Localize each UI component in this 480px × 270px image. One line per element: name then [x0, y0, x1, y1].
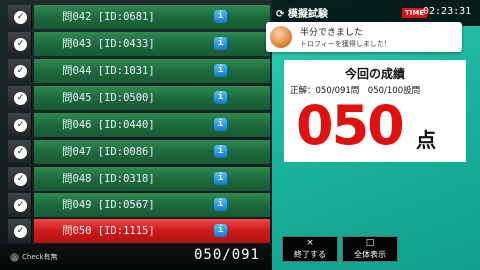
- question-item[interactable]: 問042 [ID:0681] i: [34, 5, 270, 29]
- question-row[interactable]: ✓ 問048 [ID:0318] i: [8, 167, 270, 191]
- info-icon[interactable]: i: [214, 10, 227, 23]
- question-item[interactable]: 問046 [ID:0440] i: [34, 113, 270, 137]
- end-button[interactable]: × 終了する: [282, 236, 338, 262]
- check-toggle[interactable]: ✓: [8, 59, 32, 83]
- trophy-title: 半分できました: [300, 28, 364, 38]
- question-label: 問046 [ID:0440]: [62, 119, 155, 131]
- checkmark-icon: ✓: [14, 173, 27, 186]
- question-label: 問044 [ID:1031]: [62, 65, 155, 77]
- trophy-subtitle: トロフィーを獲得しました！: [300, 40, 391, 48]
- question-label: 問043 [ID:0433]: [62, 38, 155, 50]
- trophy-icon: [270, 26, 292, 48]
- checkmark-icon: ✓: [14, 38, 27, 51]
- info-icon[interactable]: i: [214, 172, 227, 185]
- question-row[interactable]: ✓ 問043 [ID:0433] i: [8, 32, 270, 56]
- check-toggle[interactable]: ✓: [8, 193, 32, 217]
- check-toggle[interactable]: ✓: [8, 140, 32, 164]
- info-icon[interactable]: i: [214, 118, 227, 131]
- check-legend-label: Check有無: [22, 253, 58, 261]
- checkmark-icon: ✓: [14, 199, 27, 212]
- check-toggle[interactable]: ✓: [8, 167, 32, 191]
- checkmark-icon: ✓: [14, 11, 27, 24]
- question-label: 問045 [ID:0500]: [62, 92, 155, 104]
- question-item[interactable]: 問047 [ID:0086] i: [34, 140, 270, 164]
- score-card: 今回の成績 正解：050/091問 050/100設問 050 点: [284, 60, 466, 162]
- info-icon[interactable]: i: [214, 37, 227, 50]
- question-label: 問047 [ID:0086]: [62, 146, 155, 158]
- checkmark-icon: ✓: [14, 225, 27, 238]
- question-list: ✓ 問042 [ID:0681] i ✓ 問043 [ID:0433] i ✓ 問0…: [0, 0, 272, 270]
- info-icon[interactable]: i: [214, 64, 227, 77]
- info-icon[interactable]: i: [214, 91, 227, 104]
- show-all-button[interactable]: □ 全体表示: [342, 236, 398, 262]
- question-row[interactable]: ✓ 問046 [ID:0440] i: [8, 113, 270, 137]
- question-item[interactable]: 問043 [ID:0433] i: [34, 32, 270, 56]
- question-item[interactable]: 問045 [ID:0500] i: [34, 86, 270, 110]
- question-row-selected[interactable]: ✓ 問050 [ID:1115] i: [8, 219, 270, 243]
- trophy-notification: 半分できました トロフィーを獲得しました！: [266, 22, 462, 52]
- question-row[interactable]: ✓ 問045 [ID:0500] i: [8, 86, 270, 110]
- checkmark-icon: ✓: [14, 119, 27, 132]
- show-all-button-label: 全体表示: [354, 250, 386, 259]
- checkmark-icon: ✓: [14, 65, 27, 78]
- cross-button-icon: ×: [306, 238, 314, 248]
- question-item[interactable]: 問050 [ID:1115] i: [34, 219, 270, 243]
- score-value: 050: [296, 94, 405, 157]
- question-item[interactable]: 問048 [ID:0318] i: [34, 167, 270, 191]
- info-icon[interactable]: i: [214, 224, 227, 237]
- question-label: 問042 [ID:0681]: [62, 11, 155, 23]
- triangle-button-icon: △: [10, 253, 19, 262]
- question-row[interactable]: ✓ 問049 [ID:0567] i: [8, 193, 270, 217]
- info-icon[interactable]: i: [214, 145, 227, 158]
- check-legend: △ Check有無: [10, 252, 58, 262]
- question-row[interactable]: ✓ 問044 [ID:1031] i: [8, 59, 270, 83]
- question-row[interactable]: ✓ 問042 [ID:0681] i: [8, 5, 270, 29]
- list-footer: △ Check有無 050/091: [0, 244, 272, 270]
- question-label: 問048 [ID:0318]: [62, 173, 155, 185]
- mode-title: ⟳ 模擬試験: [276, 9, 328, 20]
- question-label: 問050 [ID:1115]: [62, 225, 155, 237]
- score-unit: 点: [416, 128, 436, 152]
- elapsed-time: 02:23:31: [423, 6, 472, 17]
- score-title: 今回の成績: [344, 67, 405, 81]
- check-toggle[interactable]: ✓: [8, 113, 32, 137]
- check-toggle[interactable]: ✓: [8, 32, 32, 56]
- end-button-label: 終了する: [294, 250, 326, 259]
- check-toggle[interactable]: ✓: [8, 86, 32, 110]
- question-item[interactable]: 問049 [ID:0567] i: [34, 193, 270, 217]
- check-toggle[interactable]: ✓: [8, 219, 32, 243]
- question-label: 問049 [ID:0567]: [62, 199, 155, 211]
- question-progress: 050/091: [193, 247, 260, 263]
- check-toggle[interactable]: ✓: [8, 5, 32, 29]
- checkmark-icon: ✓: [14, 146, 27, 159]
- info-icon[interactable]: i: [214, 198, 227, 211]
- square-button-icon: □: [365, 238, 375, 248]
- checkmark-icon: ✓: [14, 92, 27, 105]
- question-item[interactable]: 問044 [ID:1031] i: [34, 59, 270, 83]
- question-row[interactable]: ✓ 問047 [ID:0086] i: [8, 140, 270, 164]
